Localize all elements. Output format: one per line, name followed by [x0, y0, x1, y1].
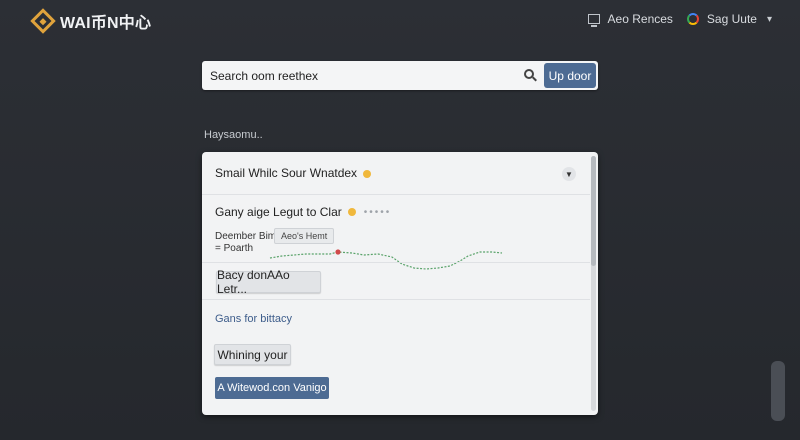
window-scrollbar[interactable]: [771, 361, 785, 421]
panel-header-text: Smail Whilc Sour Wnatdex: [215, 166, 372, 180]
top-nav-item-resources[interactable]: Aeo Rences: [587, 12, 673, 27]
top-bar: WAI币N中心 Aeo Rences Sag Uute ▾: [0, 0, 800, 44]
chart-tooltip: Aeo's Hemt: [274, 228, 335, 244]
content-panel: Smail Whilc Sour Wnatdex ▼ Gany aige Leg…: [202, 152, 598, 415]
top-right-nav: Aeo Rences Sag Uute ▾: [587, 12, 772, 27]
search-icon[interactable]: [524, 69, 534, 79]
primary-button[interactable]: A Witewod.con Vanigo: [215, 377, 329, 399]
account-label: Sag Uute: [706, 12, 757, 26]
legend-line-2: = Poarth: [215, 243, 254, 254]
update-button[interactable]: Up door: [544, 63, 596, 88]
tertiary-button[interactable]: Whining your: [214, 344, 291, 365]
privacy-link[interactable]: Gans for bittacy: [215, 313, 292, 325]
legend-line-1: Deember Bimt: [215, 231, 279, 242]
brand-name: WAI币N中心: [60, 15, 152, 32]
chevron-down-icon[interactable]: ▼: [562, 167, 576, 181]
monitor-icon: [587, 14, 600, 27]
account-menu[interactable]: Sag Uute ▾: [686, 12, 772, 26]
chart-legend: Deember Bimt = Poarth: [215, 231, 279, 255]
secondary-button[interactable]: Bacy donAAo Letr...: [216, 268, 321, 296]
chevron-down-icon: ▾: [766, 13, 772, 25]
divider: [202, 262, 590, 263]
warning-badge-icon: [363, 169, 372, 178]
sparkline-marker[interactable]: [335, 249, 341, 255]
google-icon: [686, 13, 699, 25]
panel-header-row[interactable]: Smail Whilc Sour Wnatdex ▼: [202, 152, 590, 195]
divider: [202, 299, 590, 300]
panel-scrollbar[interactable]: [591, 156, 596, 411]
section-label: Haysaomu..: [204, 129, 263, 141]
search-input[interactable]: [202, 61, 538, 90]
top-nav-item-label: Aeo Rences: [607, 12, 673, 26]
sparkline-series-line: [269, 251, 503, 270]
diamond-logo-icon: [30, 8, 56, 34]
brand[interactable]: WAI币N中心: [30, 8, 152, 34]
search-bar: Up door: [202, 61, 598, 90]
